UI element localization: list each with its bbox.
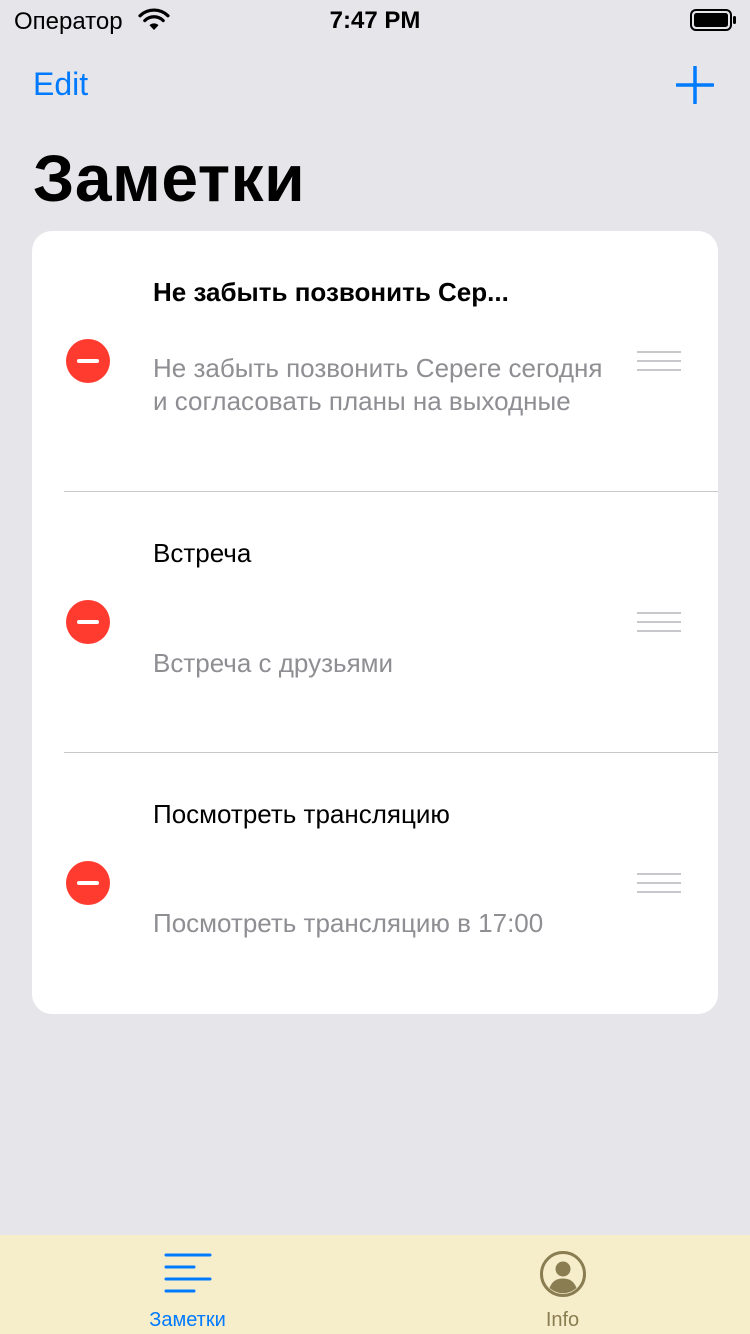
note-row[interactable]: Не забыть позвонить Сер... Не забыть поз… (32, 231, 718, 492)
person-circle-icon (540, 1251, 586, 1297)
delete-minus-icon[interactable] (66, 861, 110, 905)
reorder-grip-icon[interactable] (637, 350, 681, 374)
battery-icon (690, 9, 736, 31)
note-title: Не забыть позвонить Сер... (153, 277, 509, 307)
note-title: Посмотреть трансляцию (153, 799, 450, 829)
tab-notes-label: Заметки (149, 1309, 226, 1331)
tab-info[interactable]: Info (375, 1235, 750, 1334)
note-body: Встреча с друзьями (153, 648, 394, 678)
plus-icon[interactable] (676, 66, 714, 104)
note-body: Посмотреть трансляцию в 17:00 (153, 908, 544, 938)
edit-button[interactable]: Edit (33, 66, 88, 103)
tab-info-label: Info (545, 1309, 580, 1331)
delete-minus-icon[interactable] (66, 600, 110, 644)
status-bar: Оператор 7:47 PM (0, 0, 750, 40)
reorder-grip-icon[interactable] (637, 872, 681, 896)
list-icon (164, 1253, 212, 1293)
reorder-grip-icon[interactable] (637, 611, 681, 635)
note-title: Встреча (153, 538, 252, 568)
delete-minus-icon[interactable] (66, 339, 110, 383)
status-time: 7:47 PM (329, 7, 421, 34)
notes-list: Не забыть позвонить Сер... Не забыть поз… (32, 231, 718, 1014)
tab-notes[interactable]: Заметки (0, 1235, 375, 1334)
page-title: Заметки (33, 141, 306, 215)
note-row[interactable]: Посмотреть трансляцию Посмотреть трансля… (32, 753, 718, 1014)
note-body: Не забыть позвонить Сереге сегодня и сог… (153, 353, 603, 416)
note-row[interactable]: Встреча Встреча с друзьями (32, 492, 718, 753)
tab-bar: Заметки Info (0, 1235, 750, 1334)
